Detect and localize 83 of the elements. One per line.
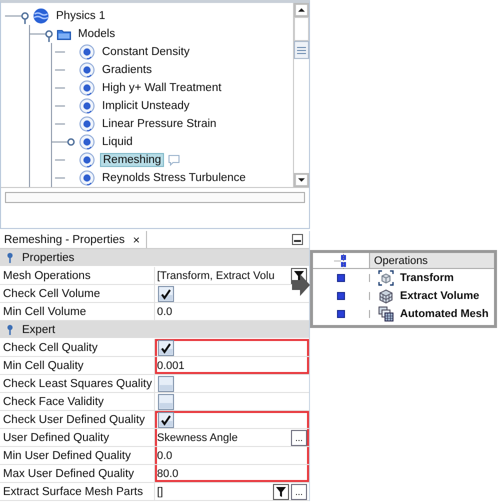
property-value[interactable]: Skewness Angle <box>157 432 291 444</box>
property-label: Max User Defined Quality <box>0 465 155 482</box>
property-label: User Defined Quality <box>0 429 155 446</box>
model-icon <box>79 98 95 114</box>
close-icon[interactable]: × <box>132 232 140 246</box>
checkbox[interactable] <box>158 394 174 410</box>
tree-line <box>55 87 65 89</box>
checkbox[interactable] <box>158 286 174 302</box>
stacked-mesh-icon <box>378 306 394 322</box>
vertical-scrollbar[interactable] <box>293 3 309 187</box>
scroll-thumb[interactable] <box>294 41 309 59</box>
checkbox[interactable] <box>158 412 174 428</box>
tree-item[interactable]: Physics 1 <box>54 9 108 23</box>
square-icon <box>337 310 345 318</box>
ellipsis-button[interactable]: ... <box>291 484 307 500</box>
property-label: Check User Defined Quality <box>0 411 155 428</box>
model-icon <box>79 134 95 150</box>
model-icon <box>79 116 95 132</box>
tree-line <box>55 159 65 161</box>
folder-icon <box>57 27 71 41</box>
model-icon <box>79 80 95 96</box>
property-label: Min Cell Quality <box>0 357 155 374</box>
column-header: Operations <box>370 253 494 268</box>
highlighted-value[interactable] <box>155 339 309 356</box>
minimize-icon[interactable] <box>292 234 303 245</box>
tree-item[interactable]: Constant Density <box>100 45 192 59</box>
property-label: Extract Surface Mesh Parts <box>0 483 155 500</box>
operation-item[interactable]: Transform <box>400 272 454 284</box>
property-value[interactable]: 0.0 <box>157 306 309 318</box>
horizontal-scrollbar[interactable] <box>5 192 305 203</box>
grid-cube-icon <box>378 288 394 304</box>
expanded-node-icon[interactable] <box>29 30 53 42</box>
ellipsis-button[interactable]: ... <box>291 430 307 446</box>
section-header[interactable]: Expert <box>0 321 309 339</box>
expanded-node-icon[interactable] <box>5 12 29 24</box>
property-label: Min User Defined Quality <box>0 447 155 464</box>
tree-item[interactable]: Reynolds Stress Turbulence <box>100 171 248 185</box>
checkbox[interactable] <box>158 376 174 392</box>
property-label: Mesh Operations <box>0 267 155 284</box>
pin-icon <box>6 252 14 264</box>
checkbox[interactable] <box>158 340 174 356</box>
pointer-arrow <box>292 274 310 296</box>
square-icon <box>337 274 345 282</box>
property-label: Check Cell Quality <box>0 339 155 356</box>
section-header[interactable]: Properties <box>0 249 309 267</box>
section-title: Properties <box>22 252 74 264</box>
tree-line <box>55 177 65 179</box>
tree-item[interactable]: Models <box>76 27 118 41</box>
tree-line <box>55 51 65 53</box>
tree-item[interactable]: Linear Pressure Strain <box>100 117 218 131</box>
tree-item[interactable]: Remeshing <box>100 153 164 167</box>
tree-item[interactable]: Implicit Unsteady <box>100 99 192 113</box>
comment-icon <box>168 154 180 166</box>
pin-icon <box>6 324 14 336</box>
model-icon <box>79 62 95 78</box>
tree-item[interactable]: Liquid <box>100 135 135 149</box>
property-label: Check Least Squares Quality <box>0 375 155 392</box>
scroll-down-button[interactable] <box>294 173 309 187</box>
highlighted-value[interactable]: Skewness Angle ... <box>155 429 309 446</box>
property-label: Check Cell Volume <box>0 285 155 302</box>
tree-line <box>55 105 65 107</box>
property-value[interactable]: [Transform, Extract Volu <box>157 270 291 282</box>
property-label: Min Cell Volume <box>0 303 155 320</box>
property-label: Check Face Validity <box>0 393 155 410</box>
model-icon <box>79 152 95 168</box>
column-icon <box>334 252 348 270</box>
scroll-up-button[interactable] <box>294 3 309 17</box>
globe-icon <box>33 8 49 24</box>
tree-item[interactable]: High y+ Wall Treatment <box>100 81 224 95</box>
filter-icon[interactable] <box>273 484 289 500</box>
model-icon <box>79 44 95 60</box>
section-title: Expert <box>22 324 56 336</box>
collapsed-node-icon[interactable] <box>51 138 75 146</box>
highlighted-value[interactable] <box>155 411 309 428</box>
square-icon <box>337 292 345 300</box>
tree-item[interactable]: Gradients <box>100 63 154 77</box>
model-icon <box>79 170 95 186</box>
operation-item[interactable]: Automated Mesh <box>400 308 489 320</box>
operation-item[interactable]: Extract Volume <box>400 290 480 302</box>
property-value[interactable]: [] <box>157 486 273 498</box>
tree-line <box>55 123 65 125</box>
cube-icon <box>378 270 394 286</box>
tree-line <box>55 69 65 71</box>
